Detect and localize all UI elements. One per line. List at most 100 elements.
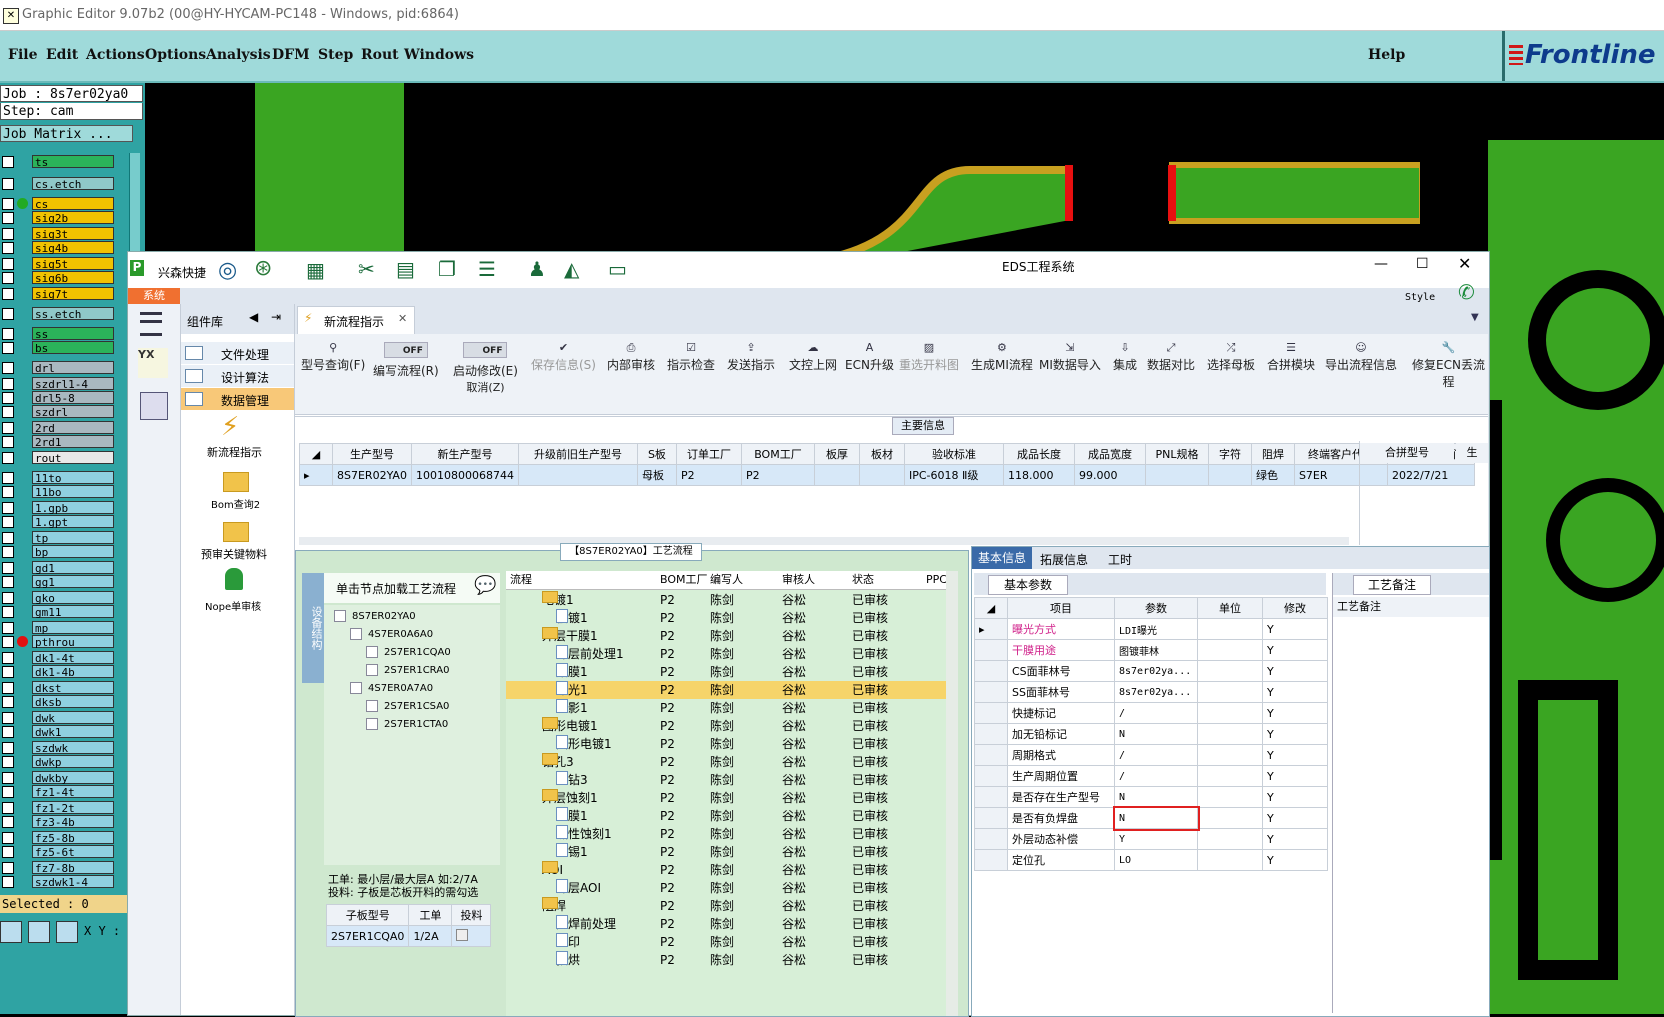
layer-checkbox[interactable] xyxy=(2,212,14,224)
column-header[interactable]: 成品宽度 xyxy=(1073,443,1146,465)
person-icon[interactable] xyxy=(225,568,243,590)
table-row[interactable]: SS面菲林号 8s7er02ya... Y xyxy=(974,681,1328,703)
layer-row[interactable]: gg1 xyxy=(0,575,118,589)
layer-checkbox[interactable] xyxy=(2,756,14,768)
menu-actions[interactable]: Actions xyxy=(86,47,145,63)
layer-row[interactable]: sig3t xyxy=(0,227,118,241)
process-row[interactable]: 外层前处理1 P2 陈剑 谷松 已审核 xyxy=(506,645,946,663)
layer-checkbox[interactable] xyxy=(2,288,14,300)
param-modify[interactable]: Y xyxy=(1262,744,1328,766)
collapse-left-icon[interactable]: ◀ xyxy=(249,310,258,324)
layer-checkbox[interactable] xyxy=(2,862,14,874)
layer-checkbox[interactable] xyxy=(2,666,14,678)
job-matrix-button[interactable]: Job Matrix ... xyxy=(0,125,133,142)
layer-checkbox[interactable] xyxy=(2,328,14,340)
column-header[interactable]: PNL规格 xyxy=(1144,443,1209,465)
process-row[interactable]: 退膜1 P2 陈剑 谷松 已审核 xyxy=(506,807,946,825)
layer-row[interactable]: gd1 xyxy=(0,561,118,575)
param-modify[interactable]: Y xyxy=(1262,765,1328,787)
layer-checkbox[interactable] xyxy=(2,436,14,448)
tree-node[interactable]: 2S7ER1CRA0 xyxy=(366,663,449,679)
column-header[interactable]: 阻焊 xyxy=(1250,443,1295,465)
table-row[interactable]: 外层动态补偿 Y Y xyxy=(974,828,1328,850)
toolbar-item[interactable]: ⎙ 内部审核 xyxy=(607,342,655,373)
process-row[interactable]: 图形电镀1 P2 陈剑 谷松 已审核 xyxy=(506,735,946,753)
layer-row[interactable]: szdrl1-4 xyxy=(0,377,118,391)
sidebar-item-data[interactable]: 数据管理 xyxy=(181,388,294,410)
tree-node[interactable]: 2S7ER1CQA0 xyxy=(366,645,451,661)
tree-node[interactable]: 4S7ER0A6A0 xyxy=(350,627,433,643)
layer-checkbox[interactable] xyxy=(2,486,14,498)
layer-checkbox[interactable] xyxy=(2,772,14,784)
layer-checkbox[interactable] xyxy=(2,832,14,844)
phone-icon[interactable]: ✆ xyxy=(1458,280,1475,304)
layer-checkbox[interactable] xyxy=(2,846,14,858)
list-icon[interactable]: ☰ xyxy=(478,257,496,281)
layer-row[interactable]: dksb xyxy=(0,695,118,709)
layer-row[interactable]: cs xyxy=(0,197,118,211)
tab-basic-info[interactable]: 基本信息 xyxy=(972,547,1032,569)
layer-row[interactable]: szdwk xyxy=(0,741,118,755)
param-value[interactable]: N xyxy=(1114,786,1198,808)
column-header[interactable]: 字符 xyxy=(1207,443,1252,465)
toolbar-item[interactable]: ⤮ 选择母板 xyxy=(1207,342,1255,373)
table-row[interactable]: 干膜用途 图镀菲林 Y xyxy=(974,639,1328,661)
toolbar-item[interactable]: ▨ 重选开料图 xyxy=(899,342,959,373)
layer-checkbox[interactable] xyxy=(2,242,14,254)
column-header[interactable]: 板材 xyxy=(858,443,905,465)
layer-row[interactable]: fz1-2t xyxy=(0,801,118,815)
table-row[interactable]: 快捷标记 / Y xyxy=(974,702,1328,724)
layer-checkbox[interactable] xyxy=(2,472,14,484)
layer-checkbox[interactable] xyxy=(2,712,14,724)
param-modify[interactable]: Y xyxy=(1262,807,1328,829)
param-value[interactable]: LDI曝光 xyxy=(1114,618,1198,640)
layer-checkbox[interactable] xyxy=(2,876,14,888)
toolbar-item[interactable]: ⇲ MI数据导入 xyxy=(1039,342,1101,373)
layer-row[interactable]: mp xyxy=(0,621,118,635)
layer-row[interactable]: 11bo xyxy=(0,485,118,499)
table-row[interactable]: CS面菲林号 8s7er02ya... Y xyxy=(974,660,1328,682)
process-row[interactable]: 外层蚀刻1 P2 陈剑 谷松 已审核 xyxy=(506,789,946,807)
process-scrollbar[interactable] xyxy=(946,571,958,1016)
column-header[interactable]: 修改 xyxy=(1262,597,1328,619)
param-value[interactable]: / xyxy=(1114,765,1198,787)
column-header[interactable]: 单位 xyxy=(1197,597,1263,619)
folder-icon[interactable] xyxy=(223,522,249,542)
calculator-icon[interactable] xyxy=(140,392,168,420)
tab-extended-info[interactable]: 拓展信息 xyxy=(1040,551,1088,568)
table-row[interactable]: 加无铅标记 N Y xyxy=(974,723,1328,745)
menu-rout[interactable]: Rout xyxy=(361,47,399,63)
layer-checkbox[interactable] xyxy=(2,532,14,544)
toolbar-item[interactable]: ⚙ 生成MI流程 xyxy=(971,342,1033,373)
tab-new-flow[interactable]: ⚡ 新流程指示 ✕ xyxy=(297,306,415,335)
copy-icon[interactable]: ❐ xyxy=(438,257,456,281)
process-row[interactable]: 碱性蚀刻1 P2 陈剑 谷松 已审核 xyxy=(506,825,946,843)
param-value[interactable]: N xyxy=(1112,805,1200,831)
grid-tool-icon[interactable] xyxy=(56,921,78,943)
pin-icon[interactable]: ⇥ xyxy=(271,310,281,324)
layer-row[interactable]: dkst xyxy=(0,681,118,695)
column-header[interactable]: S板 xyxy=(636,443,677,465)
measure-tool-icon[interactable] xyxy=(28,921,50,943)
tool-pre-review[interactable]: 预审关键物料 xyxy=(201,546,267,562)
column-header[interactable]: 成品长度 xyxy=(1002,443,1075,465)
param-modify[interactable]: Y xyxy=(1262,660,1328,682)
layer-row[interactable]: sig5t xyxy=(0,257,118,271)
layer-checkbox[interactable] xyxy=(2,786,14,798)
column-header[interactable]: 板厚 xyxy=(813,443,860,465)
toolbar-item[interactable]: ⇪ 发送指示 xyxy=(727,342,775,373)
process-row[interactable]: 图形电镀1 P2 陈剑 谷松 已审核 xyxy=(506,717,946,735)
menu-windows[interactable]: Windows xyxy=(404,47,474,63)
param-modify[interactable]: Y xyxy=(1262,639,1328,661)
layer-row[interactable]: pthrou xyxy=(0,635,118,649)
style-menu[interactable]: Style xyxy=(1405,292,1435,303)
toolbar-item[interactable]: ⇩ 集成 xyxy=(1113,342,1137,373)
process-row[interactable]: 板镀1 P2 陈剑 谷松 已审核 xyxy=(506,609,946,627)
layer-checkbox[interactable] xyxy=(2,362,14,374)
layer-row[interactable]: szdrl xyxy=(0,405,118,419)
column-header[interactable]: 参数 xyxy=(1114,597,1198,619)
toggle-switch[interactable]: OFF xyxy=(383,342,428,358)
menu-edit[interactable]: Edit xyxy=(46,47,78,63)
layer-checkbox[interactable] xyxy=(2,198,14,210)
layer-row[interactable]: 1.gpt xyxy=(0,515,118,529)
